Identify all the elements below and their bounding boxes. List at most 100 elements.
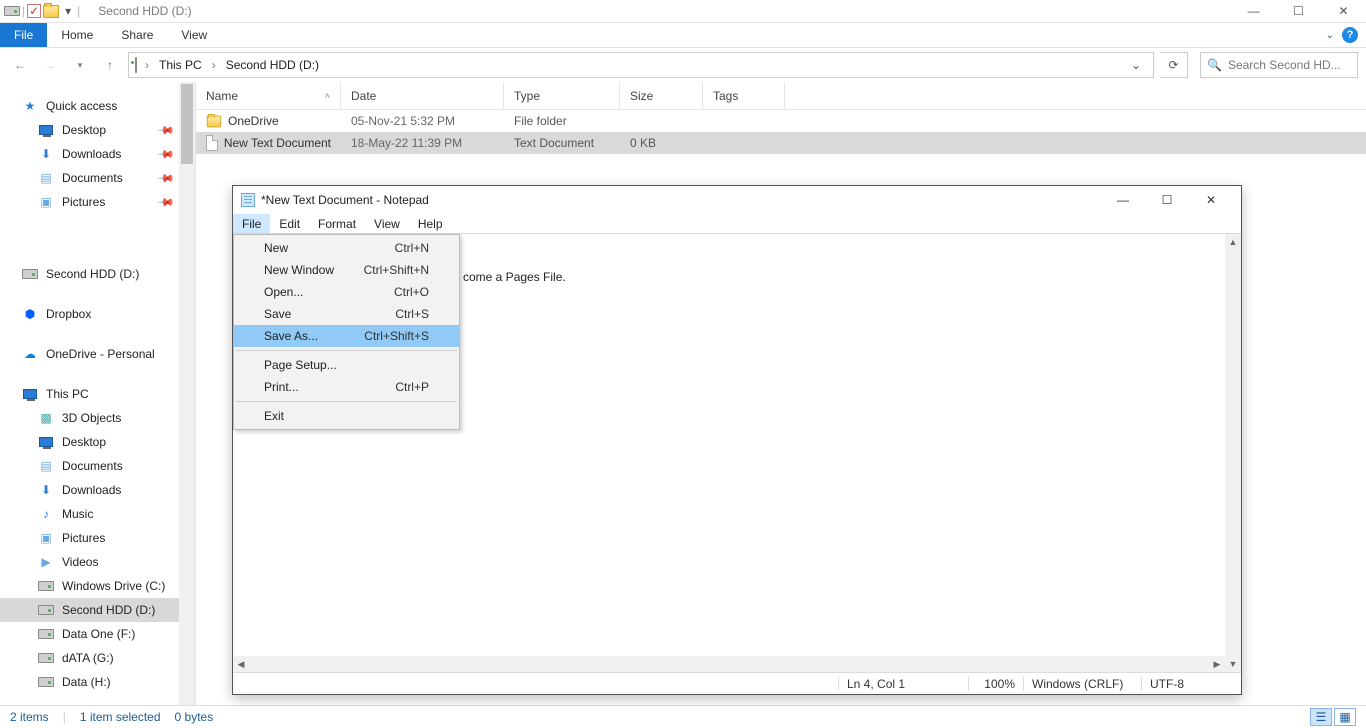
navigation-row: ← → ▾ ↑ › This PC › Second HDD (D:) ⌄ ⟳ …: [0, 48, 1366, 82]
nav-music[interactable]: ♪Music: [0, 502, 195, 526]
file-row[interactable]: OneDrive 05-Nov-21 5:32 PM File folder: [196, 110, 1366, 132]
maximize-button[interactable]: ☐: [1276, 0, 1321, 23]
folder-icon: [207, 115, 221, 127]
close-button[interactable]: ✕: [1321, 0, 1366, 23]
help-icon[interactable]: ?: [1342, 27, 1358, 43]
ribbon-tab-share[interactable]: Share: [107, 23, 167, 47]
nav-videos[interactable]: ▶Videos: [0, 550, 195, 574]
minimize-button[interactable]: —: [1231, 0, 1276, 23]
column-name[interactable]: Name˄: [196, 82, 341, 109]
address-dropdown-icon[interactable]: ⌄: [1131, 58, 1147, 72]
column-type[interactable]: Type: [504, 82, 620, 109]
file-name: OneDrive: [228, 114, 279, 128]
column-size[interactable]: Size: [620, 82, 703, 109]
refresh-button[interactable]: ⟳: [1160, 52, 1188, 78]
pin-icon: 📌: [157, 169, 176, 188]
notepad-minimize-button[interactable]: —: [1101, 186, 1145, 214]
nav-desktop[interactable]: Desktop📌: [0, 118, 195, 142]
notepad-maximize-button[interactable]: ☐: [1145, 186, 1189, 214]
menu-view[interactable]: View: [365, 214, 409, 233]
cloud-icon: ☁: [22, 346, 38, 362]
nav-label: Documents: [62, 459, 123, 473]
menu-edit[interactable]: Edit: [270, 214, 309, 233]
documents-icon: ▤: [38, 458, 54, 474]
nav-documents-2[interactable]: ▤ Documents: [0, 454, 195, 478]
forward-button[interactable]: →: [38, 53, 62, 77]
ribbon-expand-icon[interactable]: ⌄: [1326, 30, 1334, 41]
cube-icon: ▩: [38, 410, 54, 426]
notepad-titlebar[interactable]: *New Text Document - Notepad — ☐ ✕: [233, 186, 1241, 214]
drive-icon: [38, 578, 54, 594]
nav-label: Pictures: [62, 531, 105, 545]
ribbon-tab-file[interactable]: File: [0, 23, 47, 47]
nav-pictures-2[interactable]: ▣ Pictures: [0, 526, 195, 550]
nav-label: Videos: [62, 555, 98, 569]
qat-divider: |: [77, 4, 80, 18]
nav-second-hdd[interactable]: Second HDD (D:): [0, 262, 195, 286]
scroll-left-icon[interactable]: ◀: [233, 657, 249, 673]
navpane-scrollbar[interactable]: [179, 82, 195, 705]
nav-this-pc[interactable]: This PC: [0, 382, 195, 406]
nav-label: Data (H:): [62, 675, 111, 689]
pictures-icon: ▣: [38, 530, 54, 546]
checkbox-icon[interactable]: ✓: [27, 4, 41, 18]
address-bar[interactable]: › This PC › Second HDD (D:) ⌄: [128, 52, 1154, 78]
nav-label: Windows Drive (C:): [62, 579, 165, 593]
notepad-menubar: File Edit Format View Help NewCtrl+N New…: [233, 214, 1241, 234]
nav-data-one[interactable]: Data One (F:): [0, 622, 195, 646]
nav-pictures[interactable]: ▣Pictures📌: [0, 190, 195, 214]
nav-onedrive[interactable]: ☁OneDrive - Personal: [0, 342, 195, 366]
nav-windows-drive[interactable]: Windows Drive (C:): [0, 574, 195, 598]
nav-second-hdd-2[interactable]: Second HDD (D:): [0, 598, 195, 622]
nav-desktop-2[interactable]: Desktop: [0, 430, 195, 454]
nav-3d-objects[interactable]: ▩3D Objects: [0, 406, 195, 430]
breadcrumb-drive[interactable]: Second HDD (D:): [224, 58, 321, 72]
nav-label: Downloads: [62, 147, 121, 161]
scrollbar-thumb[interactable]: [181, 84, 193, 164]
dropbox-icon: ⬢: [22, 306, 38, 322]
horizontal-scrollbar[interactable]: ◀▶: [233, 656, 1225, 672]
notepad-title: *New Text Document - Notepad: [261, 193, 429, 207]
scroll-down-icon[interactable]: ▼: [1225, 656, 1241, 672]
ribbon-tab-home[interactable]: Home: [47, 23, 107, 47]
column-tags[interactable]: Tags: [703, 82, 785, 109]
nav-downloads-2[interactable]: ⬇Downloads: [0, 478, 195, 502]
scroll-right-icon[interactable]: ▶: [1209, 656, 1225, 672]
documents-icon: ▤: [38, 170, 54, 186]
up-button[interactable]: ↑: [98, 53, 122, 77]
column-date[interactable]: Date: [341, 82, 504, 109]
nav-data-h[interactable]: Data (H:): [0, 670, 195, 694]
status-cursor-pos: Ln 4, Col 1: [838, 677, 968, 691]
file-size: 0 KB: [620, 136, 703, 150]
ribbon-tab-view[interactable]: View: [167, 23, 221, 47]
nav-quick-access[interactable]: ★Quick access: [0, 94, 195, 118]
nav-label: Pictures: [62, 195, 105, 209]
vertical-scrollbar[interactable]: ▲▼: [1225, 234, 1241, 672]
nav-dropbox[interactable]: ⬢Dropbox: [0, 302, 195, 326]
nav-documents[interactable]: ▤Documents📌: [0, 166, 195, 190]
drive-icon: [38, 674, 54, 690]
nav-downloads[interactable]: ⬇Downloads📌: [0, 142, 195, 166]
menu-help[interactable]: Help: [409, 214, 452, 233]
chevron-right-icon[interactable]: ›: [208, 58, 220, 72]
folder-icon[interactable]: [43, 3, 59, 19]
downloads-icon: ⬇: [38, 482, 54, 498]
back-button[interactable]: ←: [8, 53, 32, 77]
notepad-close-button[interactable]: ✕: [1189, 186, 1233, 214]
details-view-button[interactable]: ☰: [1310, 708, 1332, 726]
search-box[interactable]: 🔍 Search Second HD...: [1200, 52, 1358, 78]
drive-icon: [4, 3, 20, 19]
file-row[interactable]: New Text Document 18-May-22 11:39 PM Tex…: [196, 132, 1366, 154]
breadcrumb-this-pc[interactable]: This PC: [157, 58, 204, 72]
status-line-ending: Windows (CRLF): [1023, 677, 1141, 691]
desktop-icon: [38, 434, 54, 450]
chevron-right-icon[interactable]: ›: [141, 58, 153, 72]
notepad-text-area[interactable]: come a Pages File. ▲▼ ◀▶: [233, 234, 1241, 672]
recent-locations-button[interactable]: ▾: [68, 53, 92, 77]
menu-file[interactable]: File: [233, 214, 270, 233]
menu-format[interactable]: Format: [309, 214, 365, 233]
scroll-up-icon[interactable]: ▲: [1225, 234, 1241, 250]
thumbnails-view-button[interactable]: ▦: [1334, 708, 1356, 726]
nav-data-g[interactable]: dATA (G:): [0, 646, 195, 670]
qat-dropdown-icon[interactable]: ▾: [61, 4, 75, 18]
